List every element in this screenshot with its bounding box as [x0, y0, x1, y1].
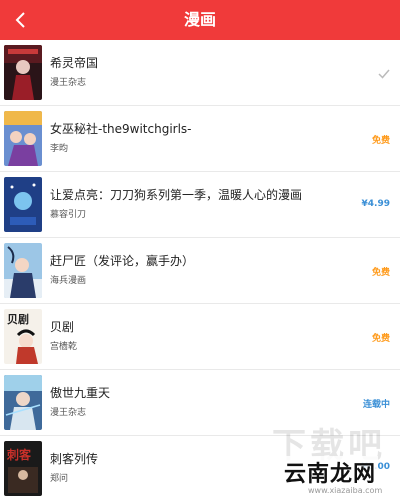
list-item[interactable]: 希灵帝国 漫王杂志	[0, 40, 400, 106]
page-title: 漫画	[183, 10, 216, 29]
comic-author: 漫王杂志	[50, 408, 87, 418]
list-item[interactable]: 傲世九重天 漫王杂志 连载中	[0, 370, 400, 436]
comic-cover	[4, 111, 42, 166]
list-item[interactable]: 让爱点亮：刀刀狗系列第一季，温暖人心的漫画 慕容引刀 ¥4.99	[0, 172, 400, 238]
free-label[interactable]: 免费	[372, 331, 390, 344]
comic-cover	[4, 45, 42, 100]
comic-title: 贝剧	[50, 320, 75, 334]
comic-author: 漫王杂志	[50, 78, 87, 88]
comic-title: 傲世九重天	[50, 386, 111, 400]
comic-title: 让爱点亮：刀刀狗系列第一季，温暖人心的漫画	[50, 188, 303, 202]
comic-cover: 刺客	[4, 441, 42, 496]
comic-author: 宫樯乾	[50, 342, 78, 352]
svg-text:贝剧: 贝剧	[7, 312, 29, 326]
comic-cover	[4, 375, 42, 430]
comic-author: 李昀	[50, 144, 69, 154]
comic-title: 女巫秘社-the9witchgirls-	[50, 122, 192, 136]
comic-author: 慕容引刀	[50, 210, 87, 220]
free-label[interactable]: 免费	[372, 265, 390, 278]
list-item[interactable]: 女巫秘社-the9witchgirls- 李昀 免费	[0, 106, 400, 172]
comic-title: 赶尸匠（发评论，赢手办）	[50, 254, 195, 268]
comic-author: 海兵漫画	[50, 276, 87, 286]
price-label[interactable]: ¥8.00	[362, 462, 390, 472]
comic-title: 希灵帝国	[50, 56, 99, 70]
comic-author: 郑问	[50, 474, 69, 484]
list-item[interactable]: 刺客 刺客列传 郑问 ¥8.00	[0, 436, 400, 499]
comic-cover	[4, 243, 42, 298]
check-icon	[378, 64, 390, 83]
comic-cover	[4, 177, 42, 232]
comic-cover: 贝剧	[4, 309, 42, 364]
price-label[interactable]: ¥4.99	[362, 199, 390, 209]
comic-list: 希灵帝国 漫王杂志 女巫秘社-the9witchgirls- 李昀 免费 让爱点…	[0, 40, 400, 499]
list-item[interactable]: 贝剧 贝剧 宫樯乾 免费	[0, 304, 400, 370]
svg-text:刺客: 刺客	[6, 447, 32, 462]
serializing-label[interactable]: 连载中	[363, 397, 390, 410]
comic-title: 刺客列传	[50, 452, 99, 466]
list-item[interactable]: 赶尸匠（发评论，赢手办） 海兵漫画 免费	[0, 238, 400, 304]
top-bar: 漫画	[0, 0, 400, 40]
free-label[interactable]: 免费	[372, 133, 390, 146]
